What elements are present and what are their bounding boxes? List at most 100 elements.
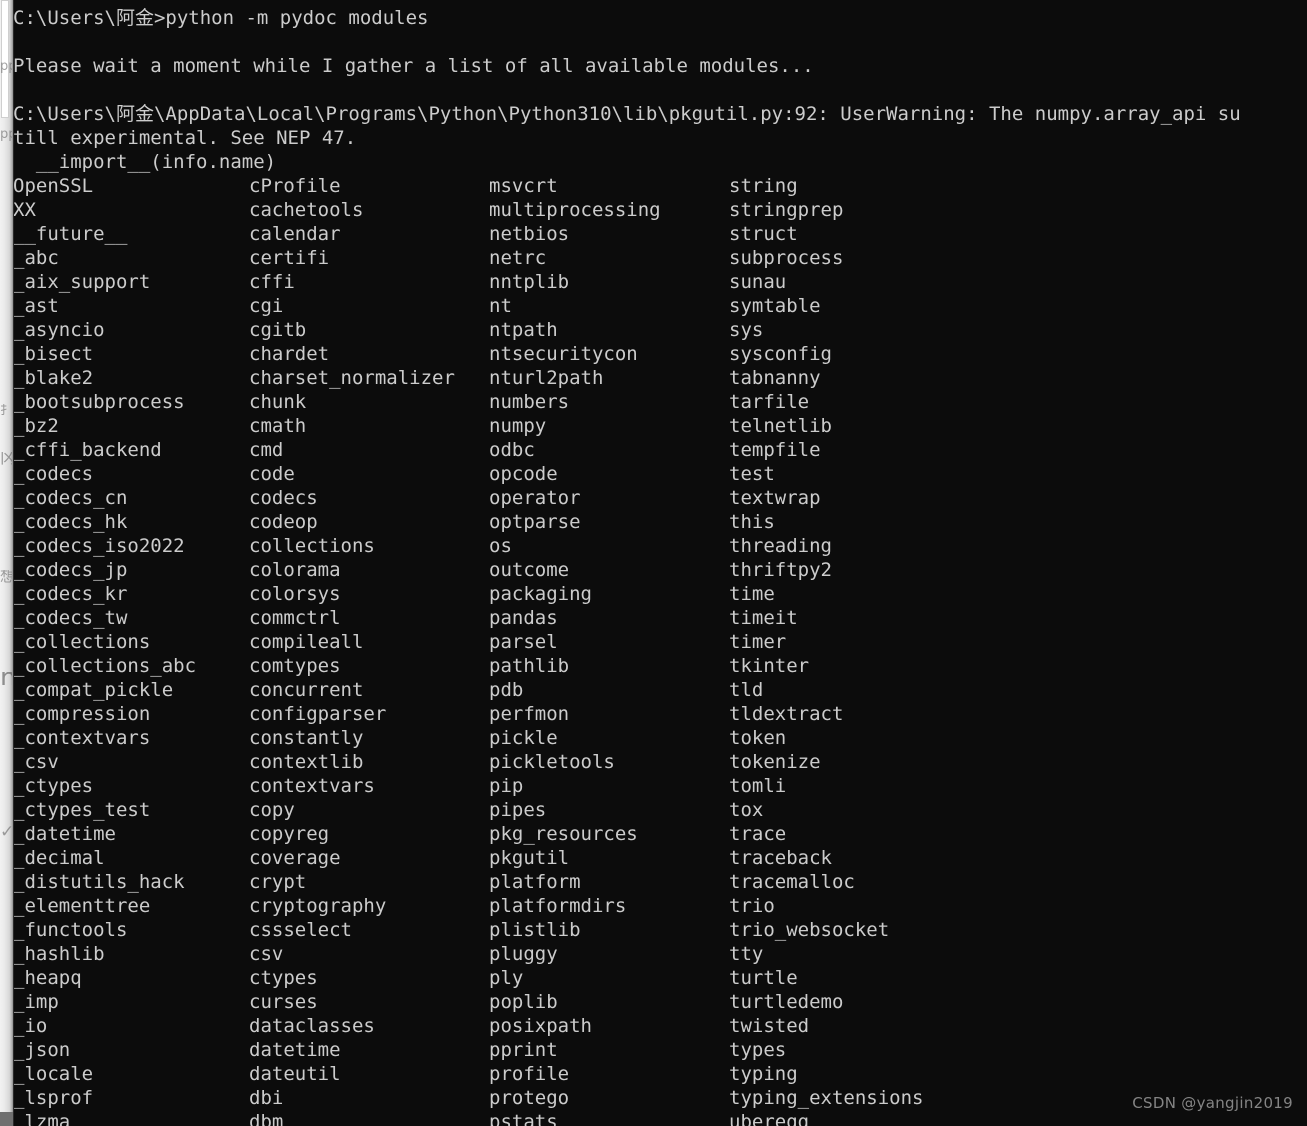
- module-name: XX: [13, 199, 36, 221]
- module-name: pkgutil: [489, 847, 570, 869]
- module-name: _compression: [13, 703, 151, 725]
- module-name: turtle: [729, 967, 798, 989]
- module-row: _decimal coverage pkgutil traceback: [13, 846, 1307, 870]
- module-row: _codecs code opcode test: [13, 462, 1307, 486]
- module-name: stringprep: [729, 199, 844, 221]
- module-name: timer: [729, 631, 787, 653]
- module-name: pstats: [489, 1111, 558, 1126]
- module-name: outcome: [489, 559, 570, 581]
- module-name: sys: [729, 319, 764, 341]
- background-window-mark: pp: [0, 60, 12, 73]
- module-name: nntplib: [489, 271, 570, 293]
- module-name: concurrent: [249, 679, 364, 701]
- module-name: csv: [249, 943, 284, 965]
- module-name: cachetools: [249, 199, 364, 221]
- module-name: trio_websocket: [729, 919, 890, 941]
- module-row: _asyncio cgitb ntpath sys: [13, 318, 1307, 342]
- background-window-mark: ✓: [0, 826, 12, 839]
- module-name: operator: [489, 487, 581, 509]
- module-row: _lzma dbm pstats uberegg: [13, 1110, 1307, 1126]
- module-name: tarfile: [729, 391, 810, 413]
- module-name: profile: [489, 1063, 570, 1085]
- module-row: _blake2 charset_normalizer nturl2path tabna…: [13, 366, 1307, 390]
- module-name: ntsecuritycon: [489, 343, 638, 365]
- module-name: cgi: [249, 295, 284, 317]
- module-name: _codecs_iso2022: [13, 535, 185, 557]
- module-row: _json datetime pprint types: [13, 1038, 1307, 1062]
- module-name: _datetime: [13, 823, 116, 845]
- module-name: colorsys: [249, 583, 341, 605]
- module-name: _decimal: [13, 847, 105, 869]
- module-name: subprocess: [729, 247, 844, 269]
- module-name: compileall: [249, 631, 364, 653]
- module-name: _abc: [13, 247, 59, 269]
- module-name: contextlib: [249, 751, 364, 773]
- module-name: trace: [729, 823, 787, 845]
- module-name: _blake2: [13, 367, 94, 389]
- module-name: plistlib: [489, 919, 581, 941]
- background-window-mark: n: [0, 672, 12, 685]
- command-prompt-window[interactable]: C:\Users\阿金>python -m pydoc modules Plea…: [13, 0, 1307, 1126]
- module-name: _cffi_backend: [13, 439, 162, 461]
- background-window-scrollbar[interactable]: [1, 0, 9, 118]
- module-name: comtypes: [249, 655, 341, 677]
- module-name: timeit: [729, 607, 798, 629]
- module-row: _contextvars constantly pickle token: [13, 726, 1307, 750]
- module-name: _aix_support: [13, 271, 151, 293]
- module-name: crypt: [249, 871, 307, 893]
- module-row: __future__ calendar netbios struct: [13, 222, 1307, 246]
- module-row: _codecs_tw commctrl pandas timeit: [13, 606, 1307, 630]
- module-name: _ctypes: [13, 775, 94, 797]
- module-name: netrc: [489, 247, 547, 269]
- module-name: tox: [729, 799, 764, 821]
- module-name: cffi: [249, 271, 295, 293]
- module-row: _compression configparser perfmon tldextrac…: [13, 702, 1307, 726]
- module-row: _heapq ctypes ply turtle: [13, 966, 1307, 990]
- module-name: threading: [729, 535, 832, 557]
- background-window-sliver[interactable]: pp pp 扌 冈 想 n ✓: [0, 0, 13, 1126]
- module-name: string: [729, 175, 798, 197]
- module-name: opcode: [489, 463, 558, 485]
- module-name: pluggy: [489, 943, 558, 965]
- module-name: pipes: [489, 799, 547, 821]
- module-name: _compat_pickle: [13, 679, 174, 701]
- module-name: tempfile: [729, 439, 821, 461]
- module-name: _ast: [13, 295, 59, 317]
- console-left-edge: [13, 0, 14, 1126]
- module-row: _compat_pickle concurrent pdb tld: [13, 678, 1307, 702]
- module-row: _codecs_iso2022 collections os threading: [13, 534, 1307, 558]
- module-name: time: [729, 583, 775, 605]
- user-warning-line-continued: till experimental. See NEP 47.: [13, 127, 357, 149]
- module-name: commctrl: [249, 607, 341, 629]
- module-row: _abc certifi netrc subprocess: [13, 246, 1307, 270]
- module-name: certifi: [249, 247, 330, 269]
- module-name: token: [729, 727, 787, 749]
- module-name: curses: [249, 991, 318, 1013]
- module-name: test: [729, 463, 775, 485]
- module-name: sunau: [729, 271, 787, 293]
- module-row: _collections_abc comtypes pathlib tkinter: [13, 654, 1307, 678]
- module-name: sysconfig: [729, 343, 832, 365]
- background-window-taskbar-edge: [0, 1112, 13, 1126]
- module-name: pprint: [489, 1039, 558, 1061]
- screen-root: pp pp 扌 冈 想 n ✓ C:\Users\阿金>python -m py…: [0, 0, 1307, 1126]
- module-name: _contextvars: [13, 727, 151, 749]
- module-name: _asyncio: [13, 319, 105, 341]
- module-name: _locale: [13, 1063, 94, 1085]
- module-row: _functools cssselect plistlib trio_websocke…: [13, 918, 1307, 942]
- module-name: cmath: [249, 415, 307, 437]
- background-window-mark: 冈: [0, 452, 12, 465]
- module-name: nt: [489, 295, 512, 317]
- module-name: poplib: [489, 991, 558, 1013]
- module-name: tkinter: [729, 655, 810, 677]
- module-name: cryptography: [249, 895, 387, 917]
- module-name: collections: [249, 535, 375, 557]
- module-name: datetime: [249, 1039, 341, 1061]
- module-name: codecs: [249, 487, 318, 509]
- module-name: _heapq: [13, 967, 82, 989]
- wait-message: Please wait a moment while I gather a li…: [13, 55, 814, 77]
- module-row: _locale dateutil profile typing: [13, 1062, 1307, 1086]
- module-name: dataclasses: [249, 1015, 375, 1037]
- module-name: perfmon: [489, 703, 570, 725]
